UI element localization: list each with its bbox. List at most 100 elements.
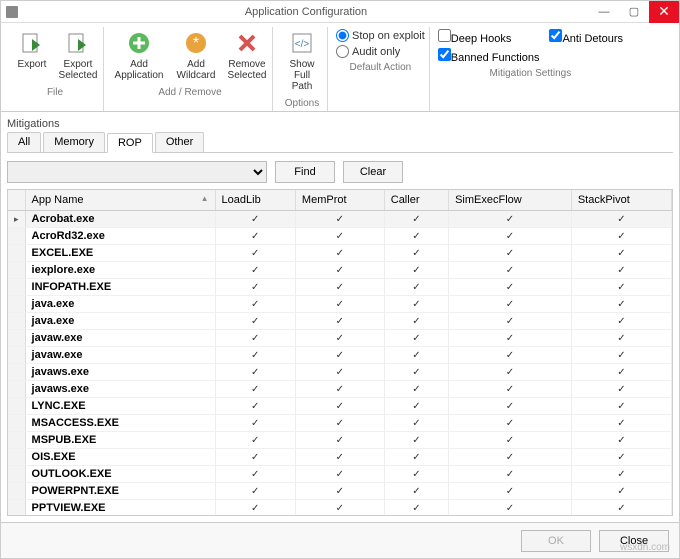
mitigation-checkbox-cell[interactable]: [571, 466, 671, 483]
mitigation-checkbox-cell[interactable]: [215, 381, 295, 398]
mitigation-checkbox-cell[interactable]: [215, 466, 295, 483]
mitigation-checkbox-cell[interactable]: [449, 330, 572, 347]
table-row[interactable]: MSACCESS.EXE: [8, 415, 672, 432]
mitigation-checkbox-cell[interactable]: [295, 245, 384, 262]
mitigation-checkbox-cell[interactable]: [449, 313, 572, 330]
mitigation-checkbox-cell[interactable]: [449, 364, 572, 381]
mitigation-checkbox-cell[interactable]: [571, 449, 671, 466]
mitigation-checkbox-cell[interactable]: [571, 313, 671, 330]
mitigation-checkbox-cell[interactable]: [295, 330, 384, 347]
ok-button[interactable]: OK: [521, 530, 591, 552]
mitigation-checkbox-cell[interactable]: [215, 500, 295, 517]
mitigation-checkbox-cell[interactable]: [384, 347, 448, 364]
mitigation-checkbox-cell[interactable]: [215, 228, 295, 245]
mitigation-checkbox-cell[interactable]: [384, 415, 448, 432]
column-header[interactable]: LoadLib: [215, 190, 295, 211]
mitigation-checkbox-cell[interactable]: [215, 245, 295, 262]
mitigation-checkbox-cell[interactable]: [384, 398, 448, 415]
deep-hooks-checkbox[interactable]: Deep Hooks: [438, 29, 540, 45]
mitigation-checkbox-cell[interactable]: [295, 398, 384, 415]
maximize-button[interactable]: ▢: [619, 1, 649, 23]
mitigation-checkbox-cell[interactable]: [571, 500, 671, 517]
mitigation-checkbox-cell[interactable]: [449, 245, 572, 262]
mitigation-checkbox-cell[interactable]: [449, 347, 572, 364]
clear-button[interactable]: Clear: [343, 161, 403, 183]
mitigation-checkbox-cell[interactable]: [571, 330, 671, 347]
table-row[interactable]: javaw.exe: [8, 330, 672, 347]
mitigation-checkbox-cell[interactable]: [571, 415, 671, 432]
column-header[interactable]: SimExecFlow: [449, 190, 572, 211]
mitigation-checkbox-cell[interactable]: [384, 432, 448, 449]
tab-memory[interactable]: Memory: [43, 132, 105, 152]
mitigation-checkbox-cell[interactable]: [215, 483, 295, 500]
mitigation-checkbox-cell[interactable]: [384, 483, 448, 500]
mitigation-checkbox-cell[interactable]: [449, 415, 572, 432]
mitigation-checkbox-cell[interactable]: [449, 279, 572, 296]
table-row[interactable]: javaw.exe: [8, 347, 672, 364]
mitigation-checkbox-cell[interactable]: [571, 398, 671, 415]
mitigation-checkbox-cell[interactable]: [449, 381, 572, 398]
mitigation-checkbox-cell[interactable]: [449, 500, 572, 517]
add-wildcard-button[interactable]: * Add Wildcard: [170, 27, 222, 83]
mitigation-checkbox-cell[interactable]: [384, 279, 448, 296]
mitigation-checkbox-cell[interactable]: [384, 262, 448, 279]
mitigation-checkbox-cell[interactable]: [295, 364, 384, 381]
mitigation-checkbox-cell[interactable]: [295, 415, 384, 432]
mitigation-checkbox-cell[interactable]: [571, 347, 671, 364]
table-row[interactable]: AcroRd32.exe: [8, 228, 672, 245]
mitigation-checkbox-cell[interactable]: [295, 296, 384, 313]
table-row[interactable]: MSPUB.EXE: [8, 432, 672, 449]
audit-only-radio[interactable]: Audit only: [336, 45, 425, 58]
table-row[interactable]: OUTLOOK.EXE: [8, 466, 672, 483]
column-header[interactable]: StackPivot: [571, 190, 671, 211]
mitigation-checkbox-cell[interactable]: [295, 313, 384, 330]
mitigation-checkbox-cell[interactable]: [295, 279, 384, 296]
table-row[interactable]: POWERPNT.EXE: [8, 483, 672, 500]
mitigation-checkbox-cell[interactable]: [449, 262, 572, 279]
filter-select[interactable]: [7, 161, 267, 183]
table-row[interactable]: javaws.exe: [8, 364, 672, 381]
table-row[interactable]: javaws.exe: [8, 381, 672, 398]
mitigation-checkbox-cell[interactable]: [384, 381, 448, 398]
mitigation-checkbox-cell[interactable]: [449, 466, 572, 483]
mitigation-checkbox-cell[interactable]: [571, 483, 671, 500]
stop-on-exploit-radio[interactable]: Stop on exploit: [336, 29, 425, 42]
mitigation-checkbox-cell[interactable]: [384, 313, 448, 330]
table-row[interactable]: LYNC.EXE: [8, 398, 672, 415]
mitigation-checkbox-cell[interactable]: [571, 381, 671, 398]
mitigation-checkbox-cell[interactable]: [215, 347, 295, 364]
mitigation-checkbox-cell[interactable]: [295, 483, 384, 500]
table-row[interactable]: java.exe: [8, 313, 672, 330]
tab-other[interactable]: Other: [155, 132, 205, 152]
find-button[interactable]: Find: [275, 161, 335, 183]
add-application-button[interactable]: Add Application: [112, 27, 166, 83]
banned-functions-checkbox[interactable]: Banned Functions: [438, 48, 540, 64]
show-full-path-button[interactable]: </> Show Full Path: [281, 27, 323, 94]
mitigation-checkbox-cell[interactable]: [449, 398, 572, 415]
mitigation-checkbox-cell[interactable]: [449, 432, 572, 449]
mitigation-checkbox-cell[interactable]: [215, 432, 295, 449]
mitigation-checkbox-cell[interactable]: [384, 466, 448, 483]
table-row[interactable]: EXCEL.EXE: [8, 245, 672, 262]
table-row[interactable]: PPTVIEW.EXE: [8, 500, 672, 517]
mitigation-checkbox-cell[interactable]: [384, 296, 448, 313]
mitigation-checkbox-cell[interactable]: [384, 245, 448, 262]
mitigation-checkbox-cell[interactable]: [295, 262, 384, 279]
mitigation-checkbox-cell[interactable]: [571, 432, 671, 449]
remove-selected-button[interactable]: Remove Selected: [226, 27, 268, 83]
column-header[interactable]: Caller: [384, 190, 448, 211]
mitigation-checkbox-cell[interactable]: [384, 449, 448, 466]
mitigation-checkbox-cell[interactable]: [215, 364, 295, 381]
mitigation-checkbox-cell[interactable]: [384, 228, 448, 245]
mitigation-checkbox-cell[interactable]: [449, 483, 572, 500]
mitigation-checkbox-cell[interactable]: [571, 245, 671, 262]
tab-rop[interactable]: ROP: [107, 133, 153, 153]
table-row[interactable]: Acrobat.exe: [8, 211, 672, 228]
mitigation-checkbox-cell[interactable]: [449, 449, 572, 466]
table-row[interactable]: OIS.EXE: [8, 449, 672, 466]
table-row[interactable]: INFOPATH.EXE: [8, 279, 672, 296]
mitigation-checkbox-cell[interactable]: [384, 364, 448, 381]
mitigation-checkbox-cell[interactable]: [295, 432, 384, 449]
close-button[interactable]: ✕: [649, 1, 679, 23]
mitigation-checkbox-cell[interactable]: [215, 313, 295, 330]
